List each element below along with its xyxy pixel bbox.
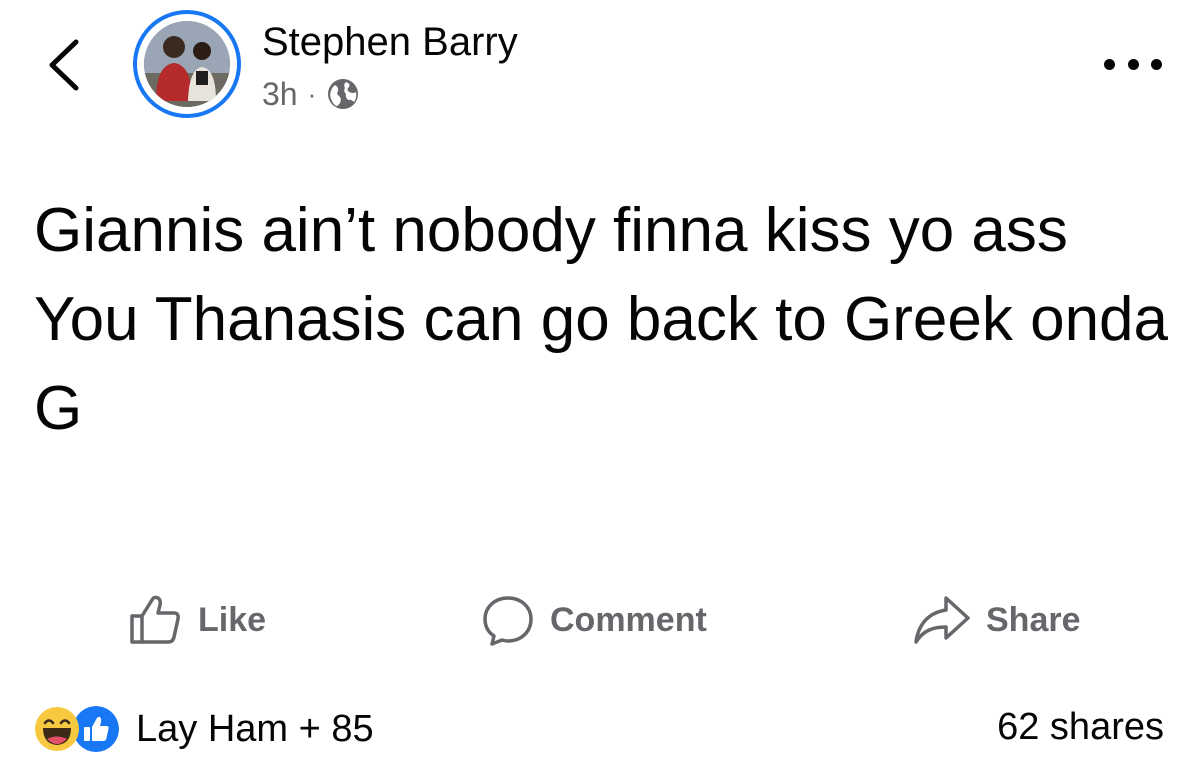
- back-button[interactable]: [40, 38, 90, 92]
- chevron-left-icon: [49, 39, 79, 91]
- globe-icon: [328, 79, 359, 109]
- reaction-count: Lay Ham + 85: [136, 707, 374, 750]
- more-dot: [1127, 58, 1139, 70]
- reactions-summary[interactable]: Lay Ham + 85: [34, 703, 374, 755]
- comment-bubble-icon: [483, 596, 533, 646]
- share-button[interactable]: Share: [912, 590, 1081, 650]
- share-label: Share: [986, 600, 1081, 639]
- post-line: Giannis ain’t nobody finna kiss yo ass: [34, 196, 1068, 265]
- post-text: Giannis ain’t nobody finna kiss yo ass Y…: [34, 186, 1174, 453]
- comment-label: Comment: [550, 600, 707, 639]
- post-line: You Thanasis can go back to Greek onda G: [34, 285, 1169, 443]
- like-button[interactable]: Like: [128, 590, 266, 650]
- haha-emoji-icon: [35, 707, 79, 751]
- more-options-button[interactable]: [1104, 54, 1162, 74]
- like-label: Like: [198, 600, 267, 639]
- author-avatar[interactable]: [133, 10, 241, 118]
- avatar-photo: [144, 21, 230, 107]
- share-arrow-icon: [914, 596, 970, 644]
- more-dot: [1104, 58, 1115, 70]
- post-meta: 3h ·: [262, 74, 360, 114]
- post-time[interactable]: 3h: [262, 76, 298, 113]
- shares-count[interactable]: 62 shares: [997, 706, 1164, 749]
- author-name[interactable]: Stephen Barry: [262, 20, 518, 65]
- thumbs-up-icon: [130, 595, 180, 644]
- comment-button[interactable]: Comment: [480, 590, 707, 650]
- more-dot: [1151, 58, 1162, 70]
- meta-separator: ·: [307, 79, 317, 109]
